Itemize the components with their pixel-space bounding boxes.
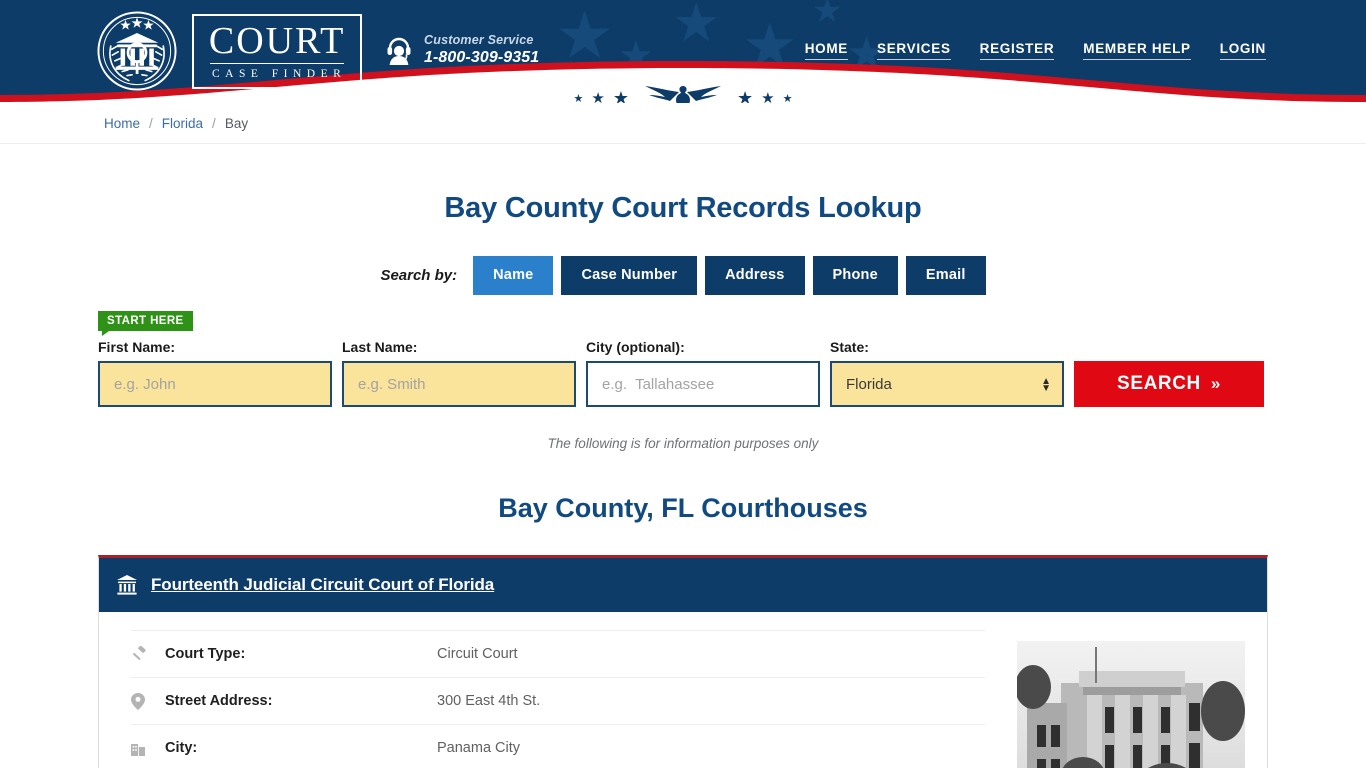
logo-subtitle: CASE FINDER bbox=[212, 67, 347, 80]
tab-phone[interactable]: Phone bbox=[812, 256, 898, 295]
gavel-icon bbox=[131, 646, 165, 662]
last-name-label: Last Name: bbox=[342, 339, 418, 355]
breadcrumb-item-current: Bay bbox=[224, 115, 249, 131]
nav-item-home[interactable]: HOME bbox=[804, 41, 849, 60]
logo-wordmark: COURT CASE FINDER bbox=[192, 13, 363, 89]
section-title-courthouses: Bay County, FL Courthouses bbox=[498, 493, 868, 523]
first-name-label: First Name: bbox=[98, 339, 176, 355]
row-value: 300 East 4th St. bbox=[437, 693, 541, 709]
search-button-label: SEARCH bbox=[1117, 373, 1201, 394]
table-row: Court Type: Circuit Court bbox=[131, 630, 985, 677]
city-label: City (optional): bbox=[586, 339, 685, 355]
site-header: ★ ★ ★ ★ ★ ★ COURT CASE FINDER Customer S… bbox=[0, 0, 1366, 103]
courthouse-card-body: Court Type: Circuit Court Street Address… bbox=[99, 612, 1267, 768]
courthouse-photo bbox=[1017, 641, 1245, 768]
search-by-tabs: Search by: Name Case Number Address Phon… bbox=[0, 256, 1366, 295]
nav-item-login[interactable]: LOGIN bbox=[1219, 41, 1266, 60]
page-title: Bay County Court Records Lookup bbox=[444, 192, 922, 224]
breadcrumb-item-home[interactable]: Home bbox=[104, 116, 140, 131]
nav-item-register[interactable]: REGISTER bbox=[979, 41, 1055, 60]
search-form: START HERE First Name: Last Name: City (… bbox=[98, 311, 1268, 407]
nav-item-member-help[interactable]: MEMBER HELP bbox=[1083, 41, 1191, 60]
search-button[interactable]: SEARCH » bbox=[1074, 361, 1264, 407]
headset-support-icon bbox=[385, 35, 413, 65]
tab-name[interactable]: Name bbox=[473, 256, 554, 295]
main-content: Bay County Court Records Lookup Search b… bbox=[0, 192, 1366, 768]
courthouse-details-list: Court Type: Circuit Court Street Address… bbox=[99, 630, 1007, 768]
last-name-input[interactable] bbox=[342, 361, 576, 407]
state-field-group: State: Florida ▲ ▼ bbox=[830, 339, 1064, 407]
last-name-field-group: Last Name: bbox=[342, 339, 576, 407]
nav-item-services[interactable]: SERVICES bbox=[877, 41, 951, 60]
customer-service[interactable]: Customer Service 1-800-309-9351 bbox=[385, 33, 539, 67]
double-chevron-right-icon: » bbox=[1210, 374, 1221, 393]
city-field-group: City (optional): bbox=[586, 339, 820, 407]
state-label: State: bbox=[830, 339, 869, 355]
row-label: Street Address: bbox=[165, 693, 273, 709]
row-value: Circuit Court bbox=[437, 646, 518, 662]
courthouse-card-header: Fourteenth Judicial Circuit Court of Flo… bbox=[99, 558, 1267, 612]
row-value: Panama City bbox=[437, 740, 521, 756]
court-emblem-icon bbox=[96, 10, 178, 92]
search-by-label: Search by: bbox=[380, 267, 458, 284]
courthouse-card: Fourteenth Judicial Circuit Court of Flo… bbox=[98, 555, 1268, 768]
row-label: City: bbox=[165, 740, 198, 756]
first-name-input[interactable] bbox=[98, 361, 332, 407]
tab-address[interactable]: Address bbox=[705, 256, 805, 295]
logo-title: COURT bbox=[208, 19, 346, 62]
site-logo[interactable]: COURT CASE FINDER bbox=[96, 10, 363, 92]
tab-email[interactable]: Email bbox=[905, 256, 986, 295]
breadcrumb-separator: / bbox=[212, 115, 216, 131]
breadcrumb-separator: / bbox=[149, 115, 153, 131]
table-row: City: Panama City bbox=[131, 724, 985, 768]
first-name-field-group: First Name: bbox=[98, 339, 332, 407]
breadcrumb-item-florida[interactable]: Florida bbox=[162, 116, 203, 131]
eagle-stars-decoration: ★ ★ ★ ★ ★ ★ bbox=[0, 84, 1366, 103]
city-building-icon bbox=[131, 741, 165, 756]
disclaimer-text: The following is for information purpose… bbox=[547, 436, 819, 451]
customer-service-label: Customer Service bbox=[424, 33, 534, 47]
eagle-icon bbox=[637, 83, 729, 103]
tab-case-number[interactable]: Case Number bbox=[561, 256, 698, 295]
customer-service-phone[interactable]: 1-800-309-9351 bbox=[424, 49, 539, 67]
courthouse-name-link[interactable]: Fourteenth Judicial Circuit Court of Flo… bbox=[151, 575, 494, 595]
logo-divider bbox=[210, 62, 345, 64]
state-select[interactable]: Florida bbox=[830, 361, 1064, 407]
courthouse-photo-container bbox=[1007, 630, 1267, 768]
city-input[interactable] bbox=[586, 361, 820, 407]
breadcrumb: Home / Florida / Bay bbox=[104, 116, 248, 131]
main-navigation: HOME SERVICES REGISTER MEMBER HELP LOGIN bbox=[804, 41, 1266, 60]
map-pin-icon bbox=[131, 692, 165, 710]
row-label: Court Type: bbox=[165, 646, 246, 662]
bank-courthouse-icon bbox=[116, 574, 138, 596]
table-row: Street Address: 300 East 4th St. bbox=[131, 677, 985, 724]
start-here-badge: START HERE bbox=[98, 311, 193, 336]
breadcrumb-bar: Home / Florida / Bay bbox=[0, 103, 1366, 144]
